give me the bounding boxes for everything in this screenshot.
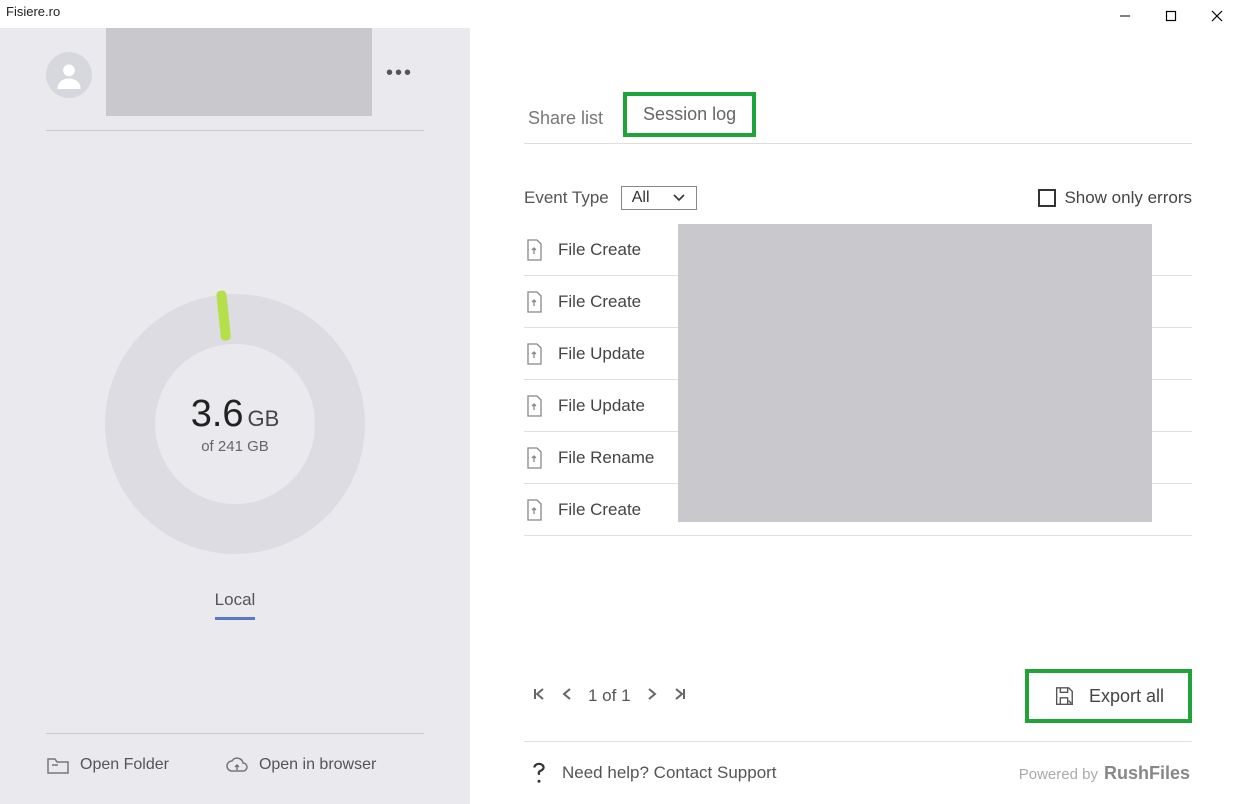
storage-used: 3.6GB	[191, 393, 280, 436]
maximize-button[interactable]	[1148, 4, 1194, 28]
divider	[46, 733, 424, 734]
avatar	[46, 52, 92, 98]
storage-total: of 241 GB	[201, 438, 269, 455]
open-browser-button[interactable]: Open in browser	[225, 754, 376, 776]
file-up-icon	[524, 394, 544, 418]
cloud-icon	[225, 754, 249, 776]
tab-session-log[interactable]: Session log	[623, 92, 756, 137]
storage-donut: 3.6GB of 241 GB	[105, 294, 365, 554]
file-up-icon	[524, 446, 544, 470]
session-log-list: File Create File Create File Update File…	[524, 224, 1192, 536]
folder-icon	[46, 754, 70, 776]
log-details-placeholder	[678, 224, 1152, 522]
open-folder-button[interactable]: Open Folder	[46, 754, 169, 776]
export-all-button[interactable]: Export all	[1025, 669, 1192, 723]
question-icon	[530, 762, 548, 784]
tab-share-list[interactable]: Share list	[524, 98, 607, 143]
pager: 1 of 1	[532, 686, 687, 706]
user-name-placeholder	[106, 28, 372, 116]
close-button[interactable]	[1194, 4, 1240, 28]
show-errors-checkbox[interactable]: Show only errors	[1038, 188, 1192, 208]
help-link[interactable]: Need help? Contact Support	[530, 762, 777, 784]
chevron-down-icon	[672, 193, 686, 203]
pager-text: 1 of 1	[588, 686, 631, 706]
file-up-icon	[524, 290, 544, 314]
pager-prev[interactable]	[560, 686, 574, 706]
save-icon	[1053, 685, 1075, 707]
pager-last[interactable]	[673, 686, 687, 706]
pager-first[interactable]	[532, 686, 546, 706]
window-controls	[1102, 4, 1240, 28]
file-up-icon	[524, 498, 544, 522]
file-up-icon	[524, 342, 544, 366]
tab-local[interactable]: Local	[215, 590, 256, 610]
event-type-select[interactable]: All	[621, 186, 697, 210]
minimize-button[interactable]	[1102, 4, 1148, 28]
file-up-icon	[524, 238, 544, 262]
powered-by: Powered byRushFiles	[1019, 763, 1190, 784]
pager-next[interactable]	[645, 686, 659, 706]
sidebar: ••• 3.6GB of 241 GB Local	[0, 28, 470, 804]
event-type-label: Event Type	[524, 188, 609, 208]
more-menu-icon[interactable]: •••	[386, 62, 413, 85]
window-title: Fisiere.ro	[6, 4, 60, 19]
main-panel: Share list Session log Event Type All Sh…	[470, 28, 1240, 804]
